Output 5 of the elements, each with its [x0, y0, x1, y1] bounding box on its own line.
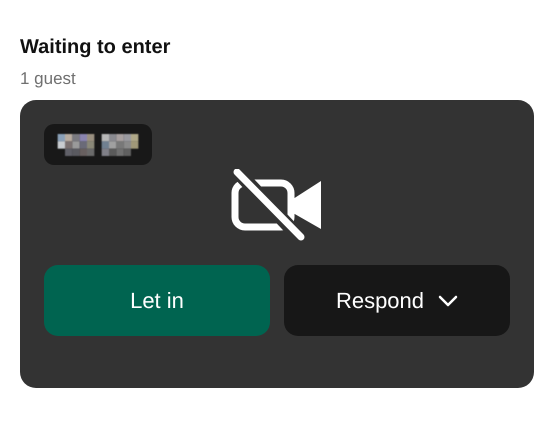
section-title: Waiting to enter [20, 35, 172, 60]
chevron-down-icon [438, 294, 458, 306]
respond-menu-button[interactable]: Respond [284, 265, 510, 336]
guest-count: 1 guest [20, 68, 77, 90]
let-in-button[interactable]: Let in [44, 265, 270, 336]
